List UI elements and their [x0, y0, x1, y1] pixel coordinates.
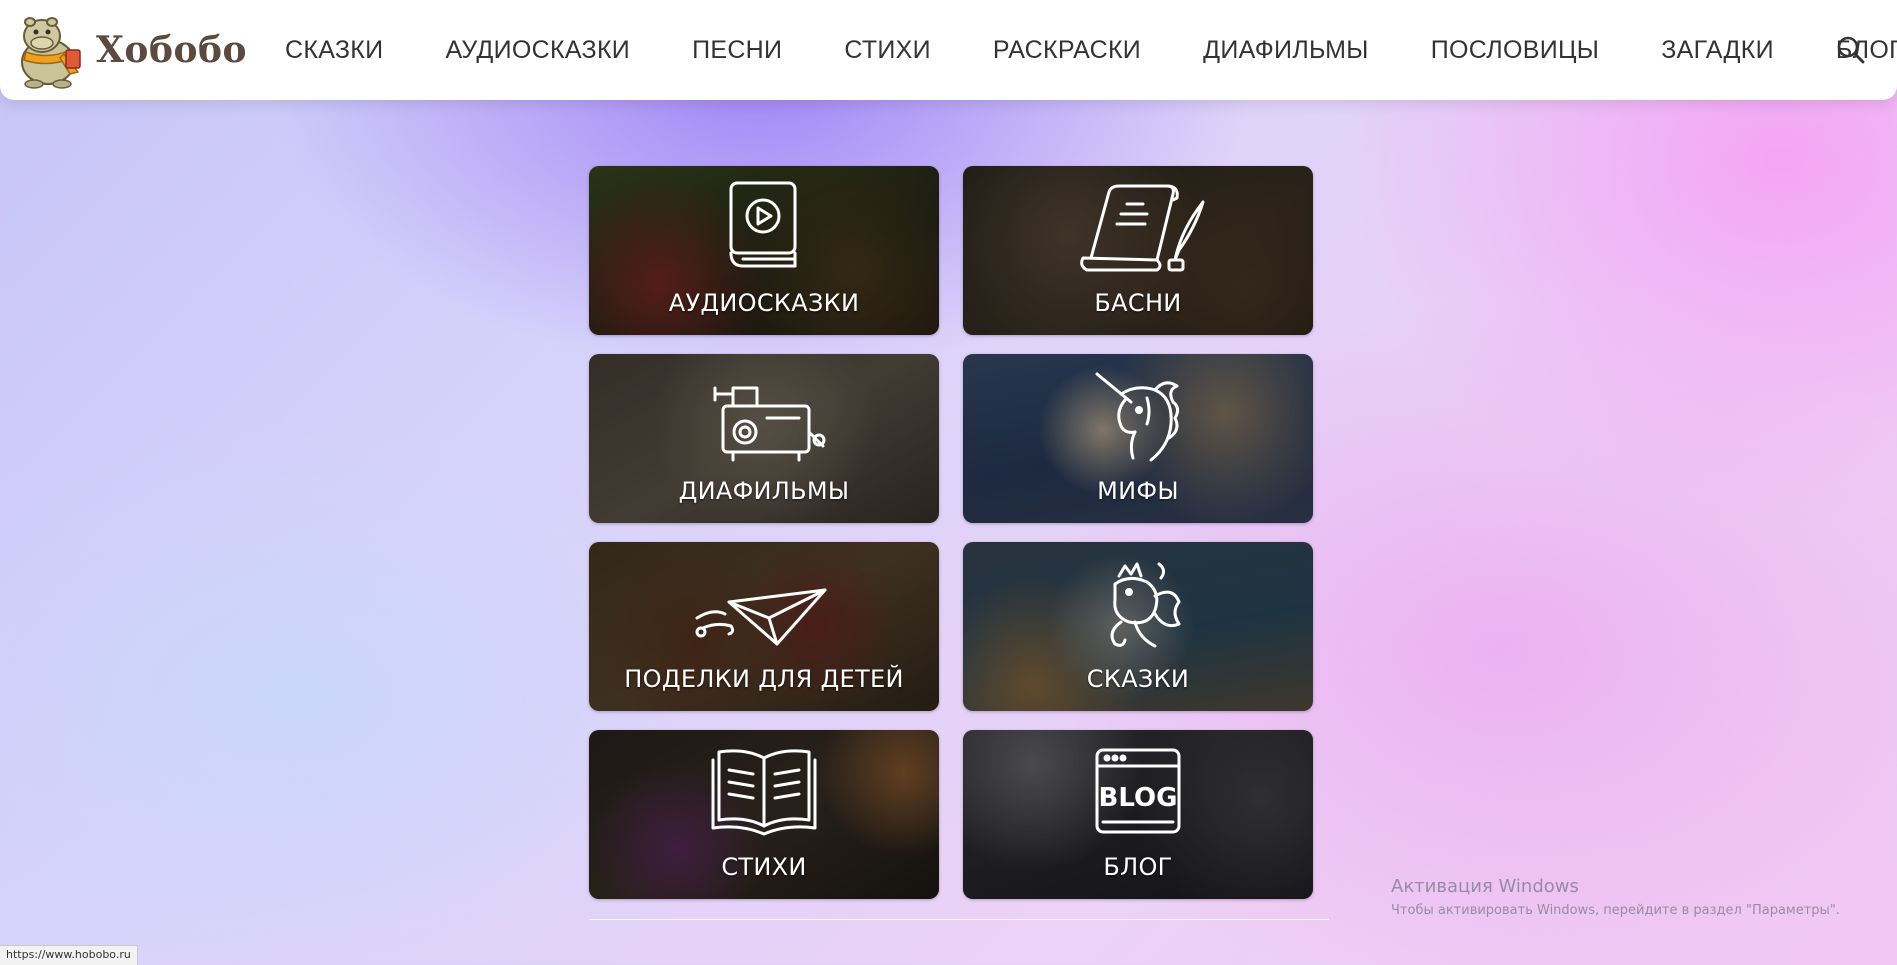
tile-podelki[interactable]: ПОДЕЛКИ ДЛЯ ДЕТЕЙ [589, 542, 939, 711]
nav-item-diafilmy[interactable]: ДИАФИЛЬМЫ [1203, 36, 1369, 65]
content-divider [589, 919, 1329, 920]
tile-label: ПОДЕЛКИ ДЛЯ ДЕТЕЙ [624, 665, 904, 693]
tile-mify[interactable]: МИФЫ [963, 354, 1313, 523]
watermark-subtitle: Чтобы активировать Windows, перейдите в … [1391, 903, 1840, 918]
watermark-title: Активация Windows [1391, 876, 1579, 897]
tile-label: ДИАФИЛЬМЫ [678, 477, 850, 505]
status-bar-url: https://www.hobobo.ru [0, 945, 138, 965]
tile-diafilmy[interactable]: ДИАФИЛЬМЫ [589, 354, 939, 523]
main-nav: СКАЗКИ АУДИОСКАЗКИ ПЕСНИ СТИХИ РАСКРАСКИ… [285, 36, 1897, 65]
logo-text: Хобобо [96, 29, 247, 71]
category-grid: АУДИОСКАЗКИ БАСНИ ДИАФИЛЬМЫ МИФЫ ПОДЕЛКИ… [589, 166, 1313, 899]
nav-item-poslovicy[interactable]: ПОСЛОВИЦЫ [1431, 36, 1599, 65]
hippo-mascot-icon [21, 17, 81, 89]
tile-label: АУДИОСКАЗКИ [668, 289, 860, 317]
windows-activation-watermark: Активация Windows Чтобы активировать Win… [1391, 876, 1840, 918]
search-button[interactable] [1833, 32, 1869, 68]
paper-plane-icon [695, 588, 827, 646]
tile-label: МИФЫ [1097, 477, 1179, 505]
tile-audioskazki[interactable]: АУДИОСКАЗКИ [589, 166, 939, 335]
tile-label: БЛОГ [1103, 853, 1173, 881]
site-header: Хобобо СКАЗКИ АУДИОСКАЗКИ ПЕСНИ СТИХИ РА… [0, 0, 1897, 100]
tile-label: БАСНИ [1094, 289, 1182, 317]
goldfish-icon [1110, 562, 1181, 648]
tile-label: СТИХИ [721, 853, 807, 881]
tile-basni[interactable]: БАСНИ [963, 166, 1313, 335]
play-book-icon [729, 181, 797, 268]
unicorn-icon [1095, 372, 1180, 462]
site-logo[interactable]: Хобобо [8, 0, 247, 100]
blog-window-icon: BLOG [1095, 748, 1181, 834]
projector-icon [713, 386, 826, 462]
open-book-icon [711, 749, 817, 836]
nav-item-stihi[interactable]: СТИХИ [844, 36, 931, 65]
scroll-quill-icon [1080, 184, 1205, 272]
nav-item-skazki[interactable]: СКАЗКИ [285, 36, 383, 65]
search-icon [1837, 36, 1865, 64]
nav-item-raskraski[interactable]: РАСКРАСКИ [993, 36, 1141, 65]
tile-skazki[interactable]: СКАЗКИ [963, 542, 1313, 711]
blog-icon-text: BLOG [1099, 783, 1178, 813]
nav-item-zagadki[interactable]: ЗАГАДКИ [1661, 36, 1774, 65]
nav-item-pesni[interactable]: ПЕСНИ [692, 36, 782, 65]
nav-item-audioskazki[interactable]: АУДИОСКАЗКИ [445, 36, 630, 65]
tile-label: СКАЗКИ [1086, 665, 1190, 693]
tile-stihi[interactable]: СТИХИ [589, 730, 939, 899]
tile-blog[interactable]: BLOG БЛОГ [963, 730, 1313, 899]
